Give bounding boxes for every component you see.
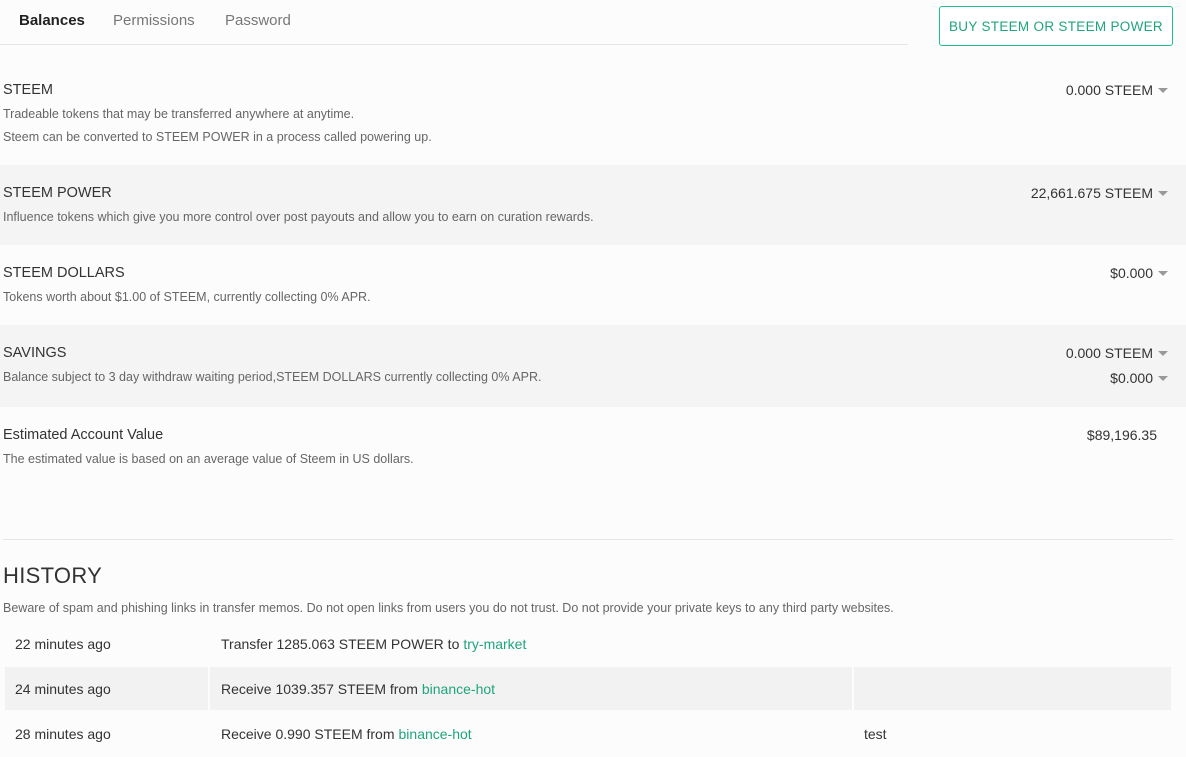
balance-amount: 22,661.675 STEEM — [1030, 185, 1153, 201]
balance-row-steem-power: STEEM POWER Influence tokens which give … — [0, 165, 1186, 245]
balance-description: The estimated value is based on an avera… — [3, 452, 414, 466]
history-row: 22 minutes ago Transfer 1285.063 STEEM P… — [5, 622, 1171, 665]
history-description: Receive 0.990 STEEM from binance-hot — [210, 712, 852, 755]
estimated-value-amount: $89,196.35 — [1086, 427, 1157, 443]
history-row: 24 minutes ago Receive 1039.357 STEEM fr… — [5, 667, 1171, 710]
steem-dollars-amount-dropdown[interactable]: $0.000 — [1110, 265, 1168, 281]
history-description: Receive 1039.357 STEEM from binance-hot — [210, 667, 852, 710]
tab-password[interactable]: Password — [225, 12, 291, 29]
balance-row-estimated-value: Estimated Account Value The estimated va… — [0, 407, 1186, 487]
buy-steem-button[interactable]: BUY STEEM OR STEEM POWER — [939, 6, 1173, 46]
steem-power-amount-dropdown[interactable]: 22,661.675 STEEM — [1031, 185, 1168, 201]
wallet-tabs: Balances Permissions Password — [0, 0, 908, 45]
caret-down-icon — [1158, 87, 1168, 93]
balance-amount: $0.000 — [1110, 265, 1153, 281]
history-warning: Beware of spam and phishing links in tra… — [3, 601, 894, 615]
caret-down-icon — [1158, 350, 1168, 356]
savings-steem-amount-dropdown[interactable]: 0.000 STEEM — [1066, 345, 1168, 361]
tab-balances[interactable]: Balances — [19, 12, 85, 29]
balance-amount: 0.000 STEEM — [1065, 82, 1153, 98]
balance-title: SAVINGS — [3, 345, 67, 361]
history-memo — [854, 667, 1171, 710]
balance-amount: $0.000 — [1110, 370, 1153, 386]
steem-amount-dropdown[interactable]: 0.000 STEEM — [1066, 82, 1168, 98]
account-link[interactable]: binance-hot — [422, 681, 495, 697]
history-time: 28 minutes ago — [15, 725, 111, 742]
balance-description: Balance subject to 3 day withdraw waitin… — [3, 370, 542, 384]
tab-permissions[interactable]: Permissions — [113, 12, 195, 29]
history-time: 24 minutes ago — [5, 667, 208, 710]
history-text: Receive 0.990 STEEM from — [221, 725, 395, 742]
caret-down-icon — [1158, 270, 1168, 276]
history-memo — [854, 622, 1171, 665]
caret-down-icon — [1158, 190, 1168, 196]
balance-title: Estimated Account Value — [3, 427, 164, 443]
balance-title: STEEM DOLLARS — [3, 265, 125, 281]
savings-sbd-amount-dropdown[interactable]: $0.000 — [1110, 370, 1168, 386]
balance-title: STEEM — [3, 82, 53, 98]
history-time: 22 minutes ago — [15, 635, 111, 652]
history-description: Transfer 1285.063 STEEM POWER to try-mar… — [210, 622, 852, 665]
caret-down-icon — [1158, 375, 1168, 381]
balance-description: Steem can be converted to STEEM POWER in… — [3, 130, 432, 144]
history-title: HISTORY — [3, 563, 103, 588]
balance-description: Tokens worth about $1.00 of STEEM, curre… — [3, 290, 371, 304]
balance-description: Influence tokens which give you more con… — [3, 210, 594, 224]
balance-row-steem: STEEM Tradeable tokens that may be trans… — [0, 66, 1186, 165]
section-divider — [3, 539, 1173, 540]
balance-description: Tradeable tokens that may be transferred… — [3, 107, 355, 121]
account-link[interactable]: binance-hot — [399, 726, 472, 742]
account-link[interactable]: try-market — [463, 636, 526, 652]
history-text: Transfer 1285.063 STEEM POWER to — [221, 635, 460, 652]
history-row: 28 minutes ago Receive 0.990 STEEM from … — [5, 712, 1171, 755]
balance-title: STEEM POWER — [3, 185, 112, 201]
balance-row-savings: SAVINGS Balance subject to 3 day withdra… — [0, 325, 1186, 407]
balance-amount: 0.000 STEEM — [1065, 345, 1153, 361]
balance-row-steem-dollars: STEEM DOLLARS Tokens worth about $1.00 o… — [0, 245, 1186, 325]
history-memo: test — [864, 725, 887, 742]
history-text: Receive 1039.357 STEEM from — [221, 680, 418, 697]
